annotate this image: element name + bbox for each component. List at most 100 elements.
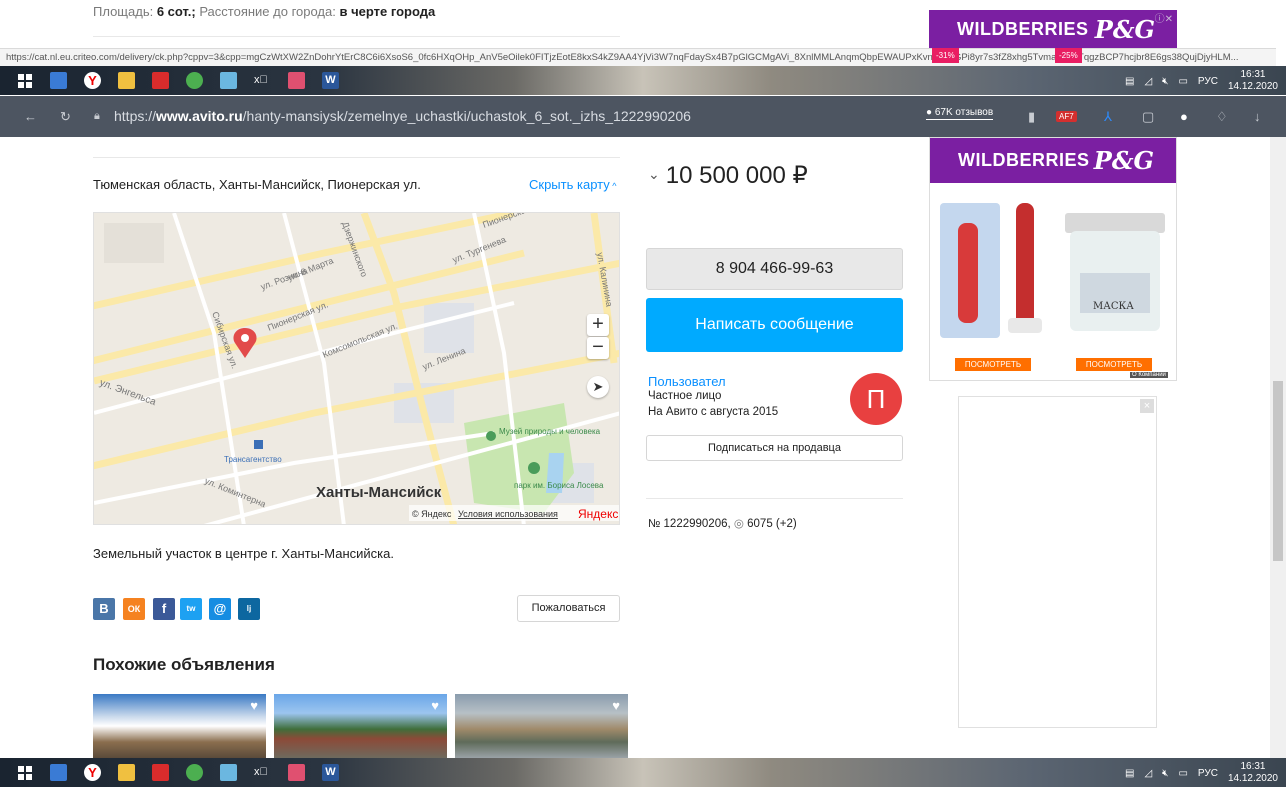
- battery-icon[interactable]: ▭: [1178, 76, 1187, 87]
- share-twitter-icon[interactable]: tw: [180, 598, 202, 620]
- location-map[interactable]: ул. Рознина ул. 8 Марта Пионерская ул. К…: [93, 212, 620, 525]
- download-icon[interactable]: ↓: [1254, 109, 1261, 124]
- whatsapp-icon[interactable]: [186, 764, 203, 781]
- hide-map-link[interactable]: Скрыть карту ^: [529, 177, 616, 192]
- eye-icon: ◎: [733, 518, 744, 530]
- battery-icon[interactable]: ▭: [1178, 768, 1187, 779]
- clock-date: 14.12.2020: [1227, 81, 1278, 92]
- reviews-badge[interactable]: ● 67K отзывов: [926, 107, 994, 120]
- museum-icon[interactable]: [486, 431, 496, 441]
- complain-button[interactable]: Пожаловаться: [517, 595, 620, 622]
- ad-about-company[interactable]: О Компании: [1130, 372, 1168, 378]
- ad-banner-main[interactable]: WILDBERRIES P&G МАСКА: [929, 137, 1177, 381]
- seller-since: На Авито с августа 2015: [648, 406, 779, 418]
- volume-muted-icon[interactable]: 🔇︎: [1162, 768, 1168, 779]
- address-bar[interactable]: https://www.avito.ru/hanty-mansiysk/zeme…: [114, 108, 691, 124]
- share-odnoklassniki-icon[interactable]: ОК: [123, 598, 145, 620]
- extension-puzzle-icon[interactable]: ♢: [1216, 109, 1228, 125]
- volume-muted-icon[interactable]: 🔇︎: [1162, 76, 1168, 87]
- seller-avatar[interactable]: П: [850, 373, 902, 425]
- seller-name-link[interactable]: Пользовател: [648, 374, 726, 389]
- windows-start-icon[interactable]: [18, 766, 32, 780]
- network-icon[interactable]: ◿: [1144, 768, 1152, 779]
- show-phone-button[interactable]: 8 904 466-99-63: [646, 248, 903, 290]
- map-canvas[interactable]: ул. Рознина ул. 8 Марта Пионерская ул. К…: [94, 213, 620, 525]
- excel-icon[interactable]: x⃞: [254, 764, 271, 781]
- image-viewer-icon[interactable]: [288, 764, 305, 781]
- share-livejournal-icon[interactable]: lj: [238, 598, 260, 620]
- url-path: /hanty-mansiysk/zemelnye_uchastki/uchast…: [242, 108, 691, 124]
- map-zoom-out-button[interactable]: −: [587, 337, 609, 359]
- listing-number: № 1222990206,: [648, 518, 731, 530]
- system-tray: ▤ ◿ 🔇︎ ▭ РУС 16:31 14.12.2020: [1125, 69, 1278, 93]
- share-facebook-icon[interactable]: f: [153, 598, 175, 620]
- map-terms-link[interactable]: Условия использования: [458, 509, 558, 519]
- whatsapp-icon[interactable]: [186, 72, 203, 89]
- language-indicator[interactable]: РУС: [1198, 76, 1218, 87]
- extension-circle-icon[interactable]: ●: [1180, 109, 1188, 124]
- favorite-heart-icon[interactable]: ♥: [431, 698, 439, 713]
- reload-icon[interactable]: ↻: [60, 109, 71, 125]
- similar-listing-thumbnail[interactable]: ♥: [455, 694, 628, 758]
- desktop-icon[interactable]: [50, 764, 67, 781]
- clock-time: 16:31: [1240, 761, 1266, 772]
- ad-info-close-icon[interactable]: ⓘ✕: [1155, 10, 1173, 25]
- favorite-heart-icon[interactable]: ♥: [612, 698, 620, 713]
- adguard-icon[interactable]: AF7: [1056, 111, 1077, 122]
- ad-view-button[interactable]: ПОСМОТРЕТЬ: [1076, 358, 1152, 371]
- back-arrow-icon[interactable]: ←: [24, 109, 37, 124]
- desktop-icon[interactable]: [50, 72, 67, 89]
- discount-badge: -31%: [932, 48, 959, 63]
- app-icon[interactable]: [220, 764, 237, 781]
- acrobat-icon[interactable]: [152, 764, 169, 781]
- ad-banner-top[interactable]: WILDBERRIES P&G ⓘ✕: [929, 10, 1177, 48]
- taskbar: Y x⃞ W ▤ ◿ 🔇︎ ▭ РУС 16:31 14.12.2020: [0, 66, 1286, 95]
- similar-listing-thumbnail[interactable]: ♥: [93, 694, 266, 758]
- station-label: Трансагентство: [224, 455, 282, 464]
- yandex-browser-icon[interactable]: Y: [84, 72, 101, 89]
- ad-brand-wildberries: WILDBERRIES: [958, 150, 1090, 170]
- extension-box-icon[interactable]: ▢: [1142, 109, 1154, 125]
- clock[interactable]: 16:31 14.12.2020: [1228, 761, 1278, 785]
- discount-badge: -25%: [1055, 48, 1082, 63]
- bookmark-icon[interactable]: ▮: [1028, 109, 1035, 125]
- station-icon[interactable]: [254, 440, 263, 449]
- ad-brand-wildberries: WILDBERRIES: [957, 18, 1089, 39]
- similar-listing-thumbnail[interactable]: ♥: [274, 694, 447, 758]
- yandex-browser-icon[interactable]: Y: [84, 764, 101, 781]
- clock[interactable]: 16:31 14.12.2020: [1228, 69, 1278, 93]
- price-value: 10 500 000 ₽: [665, 162, 808, 189]
- acrobat-icon[interactable]: [152, 72, 169, 89]
- url-domain: www.avito.ru: [156, 108, 243, 124]
- network-icon[interactable]: ◿: [1144, 76, 1152, 87]
- share-vk-icon[interactable]: В: [93, 598, 115, 620]
- file-explorer-icon[interactable]: [118, 764, 135, 781]
- notes-icon[interactable]: ▤: [1125, 76, 1134, 87]
- excel-icon[interactable]: x⃞: [254, 72, 271, 89]
- listing-description: Земельный участок в центре г. Ханты-Манс…: [93, 546, 394, 561]
- notes-icon[interactable]: ▤: [1125, 768, 1134, 779]
- map-zoom-in-button[interactable]: +: [587, 314, 609, 336]
- listing-address: Тюменская область, Ханты-Мансийск, Пионе…: [93, 177, 421, 192]
- language-indicator[interactable]: РУС: [1198, 768, 1218, 779]
- close-icon[interactable]: ×: [1140, 399, 1154, 413]
- ad-view-button[interactable]: ПОСМОТРЕТЬ: [955, 358, 1031, 371]
- share-mail-icon[interactable]: @: [209, 598, 231, 620]
- system-tray: ▤ ◿ 🔇︎ ▭ РУС 16:31 14.12.2020: [1125, 761, 1278, 785]
- word-icon[interactable]: W: [322, 764, 339, 781]
- subscribe-seller-button[interactable]: Подписаться на продавца: [646, 435, 903, 461]
- image-viewer-icon[interactable]: [288, 72, 305, 89]
- file-explorer-icon[interactable]: [118, 72, 135, 89]
- windows-start-icon[interactable]: [18, 74, 32, 88]
- map-copyright: © Яндекс: [412, 509, 452, 519]
- scrollbar-thumb[interactable]: [1273, 381, 1283, 561]
- app-icon[interactable]: [220, 72, 237, 89]
- favorite-heart-icon[interactable]: ♥: [250, 698, 258, 713]
- chevron-down-icon[interactable]: ⌄: [648, 166, 660, 182]
- write-message-button[interactable]: Написать сообщение: [646, 298, 903, 352]
- map-geolocation-icon[interactable]: ➤: [587, 376, 609, 398]
- park-icon[interactable]: [528, 462, 540, 474]
- extension-icon[interactable]: ⅄: [1104, 109, 1112, 125]
- word-icon[interactable]: W: [322, 72, 339, 89]
- lock-icon: 🔒︎: [94, 110, 100, 122]
